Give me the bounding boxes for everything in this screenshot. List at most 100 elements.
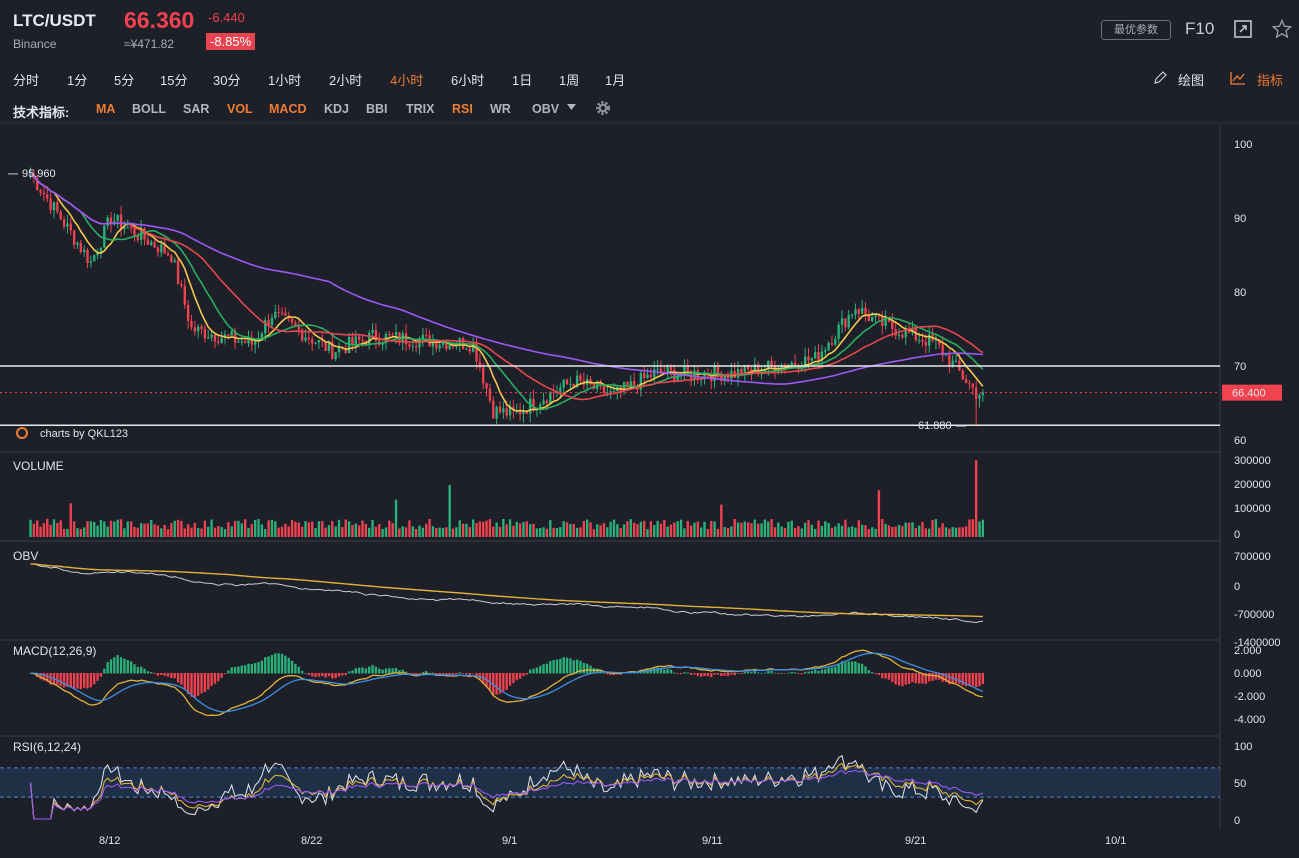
f10-button[interactable]: F10	[1185, 19, 1214, 39]
volume-bar	[210, 519, 213, 537]
volume-bar	[170, 523, 173, 537]
macd-histogram-bar	[907, 673, 911, 684]
indicator-ma[interactable]: MA	[96, 102, 115, 116]
candle	[629, 380, 632, 386]
volume-bar	[616, 524, 619, 537]
gear-icon[interactable]	[595, 100, 611, 116]
period-8[interactable]: 6小时	[451, 70, 484, 89]
candle	[897, 334, 901, 336]
indicator-sar[interactable]: SAR	[183, 102, 209, 116]
volume-bar	[247, 528, 250, 537]
indicator-macd[interactable]: MACD	[269, 102, 307, 116]
volume-bar	[62, 528, 66, 537]
indicator-button[interactable]: 指标	[1257, 70, 1283, 89]
candle	[468, 348, 471, 352]
candle	[274, 311, 277, 318]
volume-bar	[361, 520, 364, 537]
macd-histogram-bar	[448, 673, 451, 675]
macd-histogram-bar	[468, 673, 471, 676]
candle	[438, 344, 441, 349]
draw-button[interactable]: 绘图	[1178, 70, 1204, 89]
indicator-obv[interactable]: OBV	[532, 102, 559, 116]
price-chart[interactable]: 100 90 80 70 60 66.400 95.960 61.880 charts by Q…	[0, 124, 1299, 858]
volume-bar	[938, 527, 941, 537]
indicator-bbi[interactable]: BBI	[366, 102, 388, 116]
volume-bar	[666, 526, 669, 537]
volume-bar	[143, 523, 146, 537]
indicator-kdj[interactable]: KDJ	[324, 102, 349, 116]
volume-bar	[39, 526, 42, 537]
volume-tick: 100000	[1234, 503, 1271, 515]
period-3[interactable]: 15分	[160, 70, 187, 89]
volume-bar	[522, 521, 525, 537]
indicator-boll[interactable]: BOLL	[132, 102, 166, 116]
volume-bar	[29, 519, 32, 537]
volume-bar	[797, 526, 800, 537]
macd-histogram-bar	[881, 673, 884, 679]
macd-histogram-bar	[455, 673, 458, 675]
volume-bar	[341, 527, 344, 537]
pencil-icon	[1154, 71, 1167, 84]
period-0[interactable]: 分时	[13, 70, 39, 89]
date-tick: 8/12	[99, 835, 120, 847]
candle	[840, 318, 844, 325]
macd-histogram-bar	[203, 673, 207, 692]
macd-histogram-bar	[217, 673, 220, 682]
candle	[354, 336, 357, 345]
macd-histogram-bar	[505, 673, 508, 690]
volume-bar	[978, 521, 981, 537]
period-9[interactable]: 1日	[512, 70, 532, 89]
period-bar: 分时 1分 5分 15分 30分 1小时 2小时 4小时 6小时 1日 1周 1月	[0, 62, 1299, 94]
candle	[844, 318, 847, 328]
macd-histogram-bar	[103, 668, 106, 674]
macd-histogram-bar	[297, 666, 300, 674]
volume-bar	[844, 519, 847, 537]
macd-histogram-bar	[354, 668, 357, 674]
period-1[interactable]: 1分	[67, 70, 87, 89]
macd-histogram-bar	[200, 673, 203, 694]
macd-histogram-bar	[780, 672, 783, 674]
period-2[interactable]: 5分	[114, 70, 134, 89]
indicator-vol[interactable]: VOL	[227, 102, 253, 116]
macd-histogram-bar	[143, 668, 146, 674]
volume-bar	[656, 520, 659, 537]
macd-histogram-bar	[136, 667, 140, 674]
volume-bar	[270, 519, 274, 537]
star-icon[interactable]	[1272, 19, 1292, 39]
best-params-button[interactable]: 最优参数	[1101, 20, 1171, 40]
macd-histogram-bar	[837, 663, 840, 674]
indicator-wr[interactable]: WR	[490, 102, 511, 116]
volume-bar	[146, 523, 150, 537]
volume-bar	[840, 525, 844, 537]
candle	[371, 329, 374, 333]
period-11[interactable]: 1月	[605, 70, 625, 89]
indicator-trix[interactable]: TRIX	[406, 102, 434, 116]
period-6[interactable]: 2小时	[329, 70, 362, 89]
volume-bar	[186, 524, 190, 537]
macd-histogram-bar	[736, 673, 740, 674]
volume-bar	[455, 527, 458, 537]
candle	[408, 344, 411, 347]
candle	[874, 315, 877, 318]
chevron-down-icon[interactable]	[567, 104, 576, 110]
volume-bar	[867, 529, 871, 537]
volume-bar	[814, 528, 817, 537]
period-7[interactable]: 4小时	[390, 70, 423, 89]
volume-bar	[404, 527, 408, 537]
macd-histogram-bar	[240, 665, 243, 674]
volume-bar	[217, 526, 220, 537]
indicator-rsi[interactable]: RSI	[452, 102, 473, 116]
period-4[interactable]: 30分	[213, 70, 240, 89]
candle	[394, 332, 398, 336]
macd-histogram-bar	[250, 663, 254, 674]
macd-histogram-bar	[210, 673, 213, 686]
macd-histogram-bar	[535, 667, 539, 674]
volume-bar	[904, 522, 907, 537]
period-10[interactable]: 1周	[559, 70, 579, 89]
expand-icon[interactable]	[1234, 20, 1252, 38]
volume-bar	[713, 521, 716, 537]
macd-histogram-bar	[300, 670, 304, 674]
volume-bar	[207, 526, 210, 537]
period-5[interactable]: 1小时	[268, 70, 301, 89]
price-tick: 80	[1234, 287, 1246, 299]
